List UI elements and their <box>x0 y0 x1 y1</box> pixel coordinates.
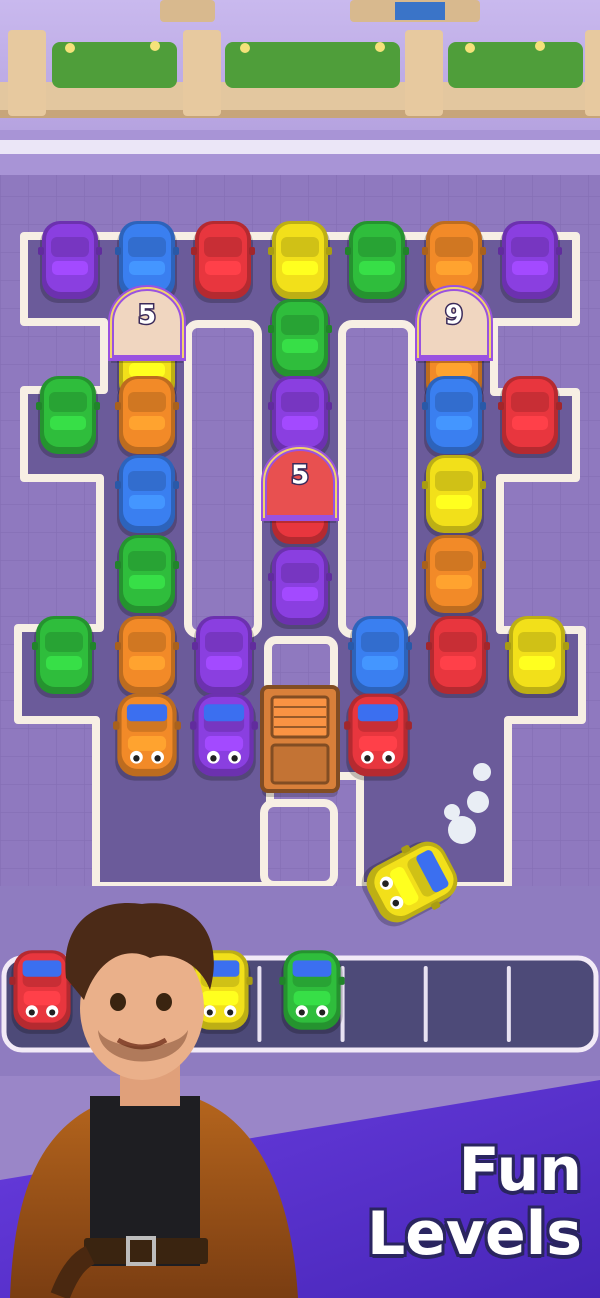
holding-slot-car[interactable] <box>279 950 345 1034</box>
garden-strip <box>0 0 600 130</box>
tunnel-count: 9 <box>445 301 463 331</box>
parked-car[interactable] <box>268 221 332 303</box>
car-tunnel[interactable]: 5 <box>261 445 339 523</box>
promo-text: Fun Levels <box>367 1140 582 1264</box>
car-tunnel[interactable]: 5 <box>108 285 186 363</box>
parked-car[interactable] <box>36 376 100 458</box>
parked-car[interactable] <box>422 535 486 617</box>
tunnel-count: 5 <box>138 301 156 331</box>
parked-car[interactable] <box>190 693 258 781</box>
parked-car[interactable] <box>345 221 409 303</box>
parked-car[interactable] <box>505 616 569 698</box>
parked-car[interactable] <box>426 616 490 698</box>
car-tunnel[interactable]: 9 <box>415 285 493 363</box>
parked-car[interactable] <box>191 221 255 303</box>
tunnel-count: 5 <box>291 461 309 491</box>
parked-car[interactable] <box>344 693 412 781</box>
parked-car[interactable] <box>422 455 486 537</box>
parked-car[interactable] <box>115 455 179 537</box>
parked-car[interactable] <box>422 376 486 458</box>
parked-car[interactable] <box>268 299 332 381</box>
parked-car[interactable] <box>113 693 181 781</box>
parked-car[interactable] <box>498 376 562 458</box>
promo-line-2: Levels <box>366 1199 582 1269</box>
hedge <box>52 41 583 88</box>
parked-car[interactable] <box>498 221 562 303</box>
holding-slot-car[interactable] <box>9 950 75 1034</box>
parked-car[interactable] <box>192 616 256 698</box>
parked-car[interactable] <box>348 616 412 698</box>
parked-car[interactable] <box>32 616 96 698</box>
game-scene: 5 9 5 <box>0 0 600 1298</box>
promo-line-1: Fun <box>458 1135 582 1205</box>
parked-car[interactable] <box>38 221 102 303</box>
wooden-crate <box>260 685 340 797</box>
parked-car[interactable] <box>115 616 179 698</box>
parked-car[interactable] <box>115 535 179 617</box>
game-screen: 5 9 5 Fun Levels <box>0 0 600 1298</box>
parked-car[interactable] <box>115 376 179 458</box>
parked-car[interactable] <box>268 547 332 629</box>
